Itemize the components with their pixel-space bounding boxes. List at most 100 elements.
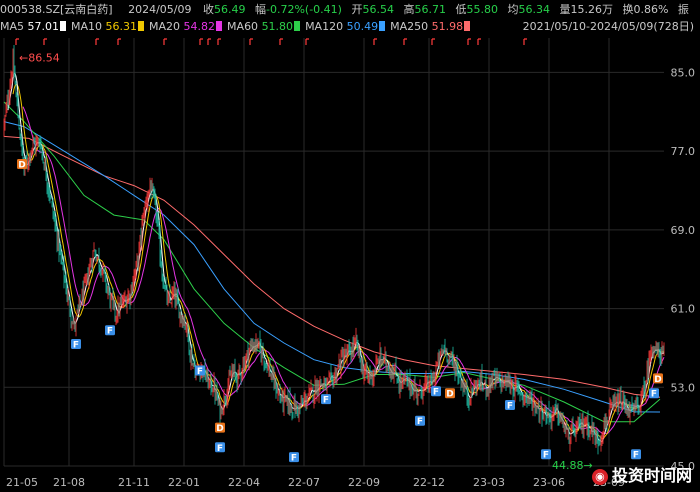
ma-label-ma250: MA250 [390, 20, 432, 33]
open-value: 56.54 [362, 3, 394, 16]
ma-value-ma20: 54.82 [183, 20, 216, 33]
min-price-label: 44.88→ [552, 459, 593, 472]
turnover-value: 0.86% [633, 3, 669, 16]
event-marker-letter: F [543, 451, 549, 461]
ma-value-ma60: 51.80 [261, 20, 294, 33]
event-marker-letter: D [654, 375, 661, 385]
logo-mark-icon: ◉ [591, 469, 608, 485]
event-marker-letter: D [446, 390, 453, 400]
event-marker-letter: F [197, 367, 203, 377]
ma-legend-items: MA5 57.01 MA10 56.31 MA20 54.82 MA60 51.80 M… [0, 20, 475, 33]
y-tick-label: 61.0 [671, 303, 696, 316]
turnover-label: 换 [622, 3, 634, 16]
flag-icon [207, 38, 211, 45]
x-axis: 21-05 21-08 21-11 22-01 22-04 22-07 22-09 22-12… [6, 476, 625, 489]
brand-logo: ◉ 投资时间网 [591, 462, 692, 486]
x-tick-label: 22-01 [168, 476, 200, 489]
ma-label-ma60: MA60 [227, 20, 262, 33]
flag-icon [199, 38, 203, 45]
event-marker-letter: F [323, 396, 329, 406]
ma-value-ma250: 51.98 [431, 20, 464, 33]
event-marker-letter: F [417, 417, 423, 427]
ma120-line [3, 121, 661, 413]
candles [3, 44, 665, 455]
change-label: 幅 [255, 3, 266, 16]
flag-icon [305, 38, 309, 45]
event-marker-letter: F [73, 340, 79, 350]
ma-label-ma5: MA5 [0, 20, 28, 33]
x-tick-label: 21-05 [6, 476, 38, 489]
ma-label-ma120: MA120 [305, 20, 347, 33]
ma-swatch-ma60 [294, 21, 301, 31]
flag-icon [523, 38, 527, 45]
ma-swatch-ma250 [464, 21, 471, 31]
y-tick-label: 85.0 [671, 66, 696, 79]
y-tick-label: 77.0 [671, 145, 696, 158]
top-flags [15, 38, 527, 45]
high-label: 高 [403, 3, 415, 16]
logo-text: 投资时间网 [611, 466, 692, 485]
ma-value-ma120: 50.49 [346, 20, 379, 33]
event-marker-letter: F [433, 388, 439, 398]
event-marker-letter: D [216, 424, 223, 434]
ma-swatch-ma20 [216, 21, 223, 31]
ma-value-ma10: 56.31 [105, 20, 138, 33]
flag-icon [279, 38, 283, 45]
flag-icon [117, 38, 121, 45]
x-tick-label: 21-11 [118, 476, 150, 489]
flag-icon [163, 38, 167, 45]
flag-icon [467, 38, 471, 45]
x-tick-label: 23-06 [533, 476, 565, 489]
event-marker-letter: F [291, 454, 297, 464]
flag-icon [373, 38, 377, 45]
ma-legend-bar: MA5 57.01 MA10 56.31 MA20 54.82 MA60 51.80 M… [0, 18, 700, 35]
event-marker-letter: F [507, 401, 513, 411]
volume-value: 15.26万 [570, 3, 613, 16]
ma-label-ma10: MA10 [71, 20, 106, 33]
event-marker-letter: F [651, 390, 657, 400]
y-tick-label: 69.0 [671, 224, 696, 237]
quote-info-bar: 000538.SZ[云南白药] 2024/05/09 收56.49 幅-0.72… [0, 1, 700, 18]
flag-icon [43, 38, 47, 45]
flag-icon [249, 38, 253, 45]
x-tick-label: 22-12 [413, 476, 445, 489]
x-tick-label: 22-09 [348, 476, 380, 489]
flag-icon [403, 38, 407, 45]
ma250-line [3, 135, 661, 398]
event-marker-letter: F [633, 451, 639, 461]
flag-icon [95, 38, 99, 45]
ma-swatch-ma10 [138, 21, 145, 31]
event-marker-letter: D [18, 160, 25, 170]
flag-icon [477, 38, 481, 45]
y-tick-label: 53.0 [671, 381, 696, 394]
x-tick-label: 23-03 [473, 476, 505, 489]
ma10-line [12, 83, 665, 440]
avg-value: 56.34 [518, 3, 550, 16]
date-range: 2021/05/10-2024/05/09(728日) [522, 20, 694, 33]
close-label: 收 [203, 3, 214, 16]
low-value: 55.80 [466, 3, 498, 16]
flag-icon [15, 38, 19, 45]
open-label: 开 [351, 3, 363, 16]
event-marker-letter: F [107, 327, 113, 337]
low-label: 低 [455, 3, 467, 16]
ma-swatch-ma120 [379, 21, 386, 31]
ma-swatch-ma5 [60, 21, 67, 31]
candlestick-chart[interactable]: DFFFDFFFFF DFF FFD 85.077.069.061.053.045.… [0, 36, 700, 492]
ma-label-ma20: MA20 [149, 20, 184, 33]
x-tick-label: 22-07 [288, 476, 320, 489]
chart-grid [3, 38, 664, 467]
high-value: 56.71 [414, 3, 446, 16]
max-price-label: ←86.54 [19, 51, 60, 64]
ma-value-ma5: 57.01 [27, 20, 60, 33]
flag-icon [217, 38, 221, 45]
stock-code: 000538.SZ[云南白药] [0, 3, 113, 16]
y-axis: 85.077.069.061.053.045.0 [671, 66, 696, 473]
avg-label: 均 [507, 3, 519, 16]
volume-label: 量 [559, 3, 571, 16]
amplitude-label: 振 [677, 3, 689, 16]
event-marker-letter: F [217, 444, 223, 454]
close-value: 56.49 [214, 3, 246, 16]
x-tick-label: 22-04 [228, 476, 260, 489]
change-value: -0.72%(-0.41) [266, 3, 342, 16]
